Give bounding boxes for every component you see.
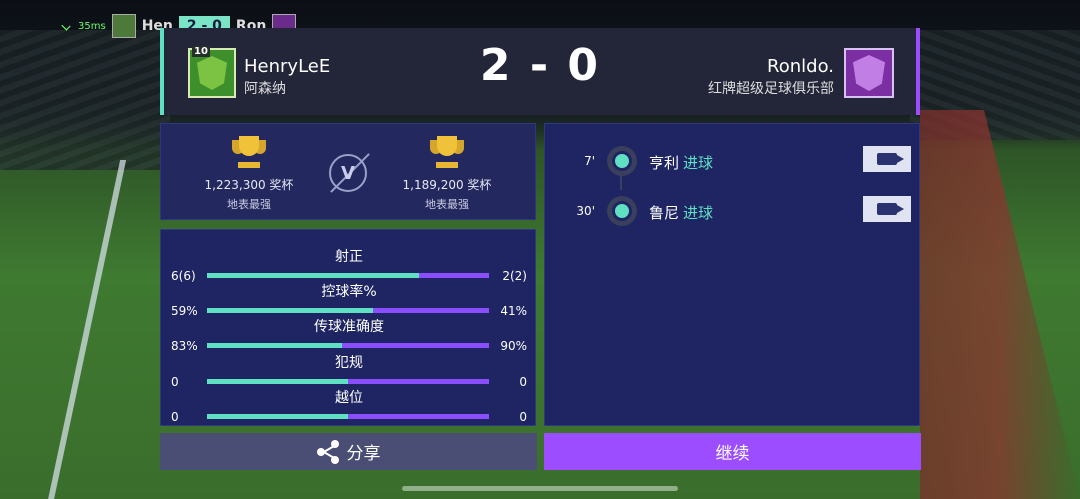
pitch-sideline <box>0 160 127 499</box>
event-minute: 30' <box>576 204 595 218</box>
stat-bar <box>207 343 489 348</box>
versus-icon: V <box>329 154 367 192</box>
away-trophies: 1,189,200 奖杯 地表最强 <box>377 136 517 212</box>
stat-label: 控球率% <box>321 284 377 300</box>
trophy-icon <box>230 136 268 168</box>
event-description: 亨利 进球 <box>649 152 713 173</box>
stat-label: 射正 <box>335 249 363 265</box>
event-type: 进球 <box>683 154 714 172</box>
stat-label: 犯规 <box>335 355 363 371</box>
match-result-header: 10 HenryLeE 阿森纳 2 - 0 Ronldo. 红牌超级足球俱乐部 <box>160 28 920 115</box>
stat-label: 传球准确度 <box>314 319 384 335</box>
event-description: 鲁尼 进球 <box>649 202 713 223</box>
stat-bar-home-fill <box>207 379 348 384</box>
stat-bar-home-fill <box>207 308 374 313</box>
away-club-name: 红牌超级足球俱乐部 <box>708 81 834 97</box>
away-trophy-rank: 地表最强 <box>425 198 469 211</box>
away-player-name: Ronldo. <box>767 56 834 77</box>
event-player-name: 亨利 <box>649 154 680 172</box>
event-player-name: 鲁尼 <box>649 204 680 222</box>
stat-row: 越位 0 0 <box>161 387 537 424</box>
home-indicator[interactable] <box>402 486 678 491</box>
share-button[interactable]: 分享 <box>160 433 537 470</box>
stat-home-value: 0 <box>171 410 179 424</box>
home-trophy-rank: 地表最强 <box>227 198 271 211</box>
video-camera-icon <box>877 153 904 165</box>
stat-bar <box>207 308 489 313</box>
stat-bar <box>207 273 489 278</box>
home-trophy-count: 1,223,300 奖杯 <box>204 178 294 192</box>
stat-row: 射正 6(6) 2(2) <box>161 246 537 283</box>
stat-bar-home-fill <box>207 343 343 348</box>
trophy-icon <box>428 136 466 168</box>
stat-away-value: 0 <box>519 410 527 424</box>
football-icon <box>607 196 637 226</box>
goal-event: 7' 亨利 进球 <box>545 144 921 178</box>
trophy-panel: 1,223,300 奖杯 地表最强 V 1,189,200 奖杯 地表最强 <box>160 123 536 220</box>
ping-label: 35ms <box>78 20 106 32</box>
stat-bar-home-fill <box>207 414 348 419</box>
away-trophy-count: 1,189,200 奖杯 <box>402 178 492 192</box>
stat-bar <box>207 414 489 419</box>
stat-row: 犯规 0 0 <box>161 352 537 389</box>
stat-home-value: 83% <box>171 339 198 353</box>
running-track <box>920 110 1080 499</box>
share-label: 分享 <box>346 444 381 464</box>
match-events-panel: 7' 亨利 进球 30' 鲁尼 进球 <box>544 123 920 426</box>
away-club-badge-icon <box>844 48 894 98</box>
stat-label: 越位 <box>335 390 363 406</box>
continue-button[interactable]: 继续 <box>544 433 921 470</box>
event-minute: 7' <box>584 154 595 168</box>
goal-event: 30' 鲁尼 进球 <box>545 194 921 228</box>
stat-row: 控球率% 59% 41% <box>161 281 537 318</box>
red-card-crest-icon <box>853 55 885 91</box>
share-icon <box>316 439 341 464</box>
stat-bar-home-fill <box>207 273 419 278</box>
event-type: 进球 <box>683 204 714 222</box>
stands-left <box>0 30 170 170</box>
stat-bar <box>207 379 489 384</box>
video-camera-icon <box>877 203 904 215</box>
event-timeline-connector <box>620 176 622 190</box>
match-stats-panel: 射正 6(6) 2(2) 控球率% 59% 41% 传球准确度 83% 90% … <box>160 229 536 426</box>
home-trophies: 1,223,300 奖杯 地表最强 <box>179 136 319 212</box>
replay-video-button[interactable] <box>863 196 911 222</box>
replay-video-button[interactable] <box>863 146 911 172</box>
stat-away-value: 90% <box>500 339 527 353</box>
mini-home-badge-icon <box>111 14 136 38</box>
stat-row: 传球准确度 83% 90% <box>161 316 537 353</box>
network-icon <box>61 21 71 31</box>
football-icon <box>607 146 637 176</box>
